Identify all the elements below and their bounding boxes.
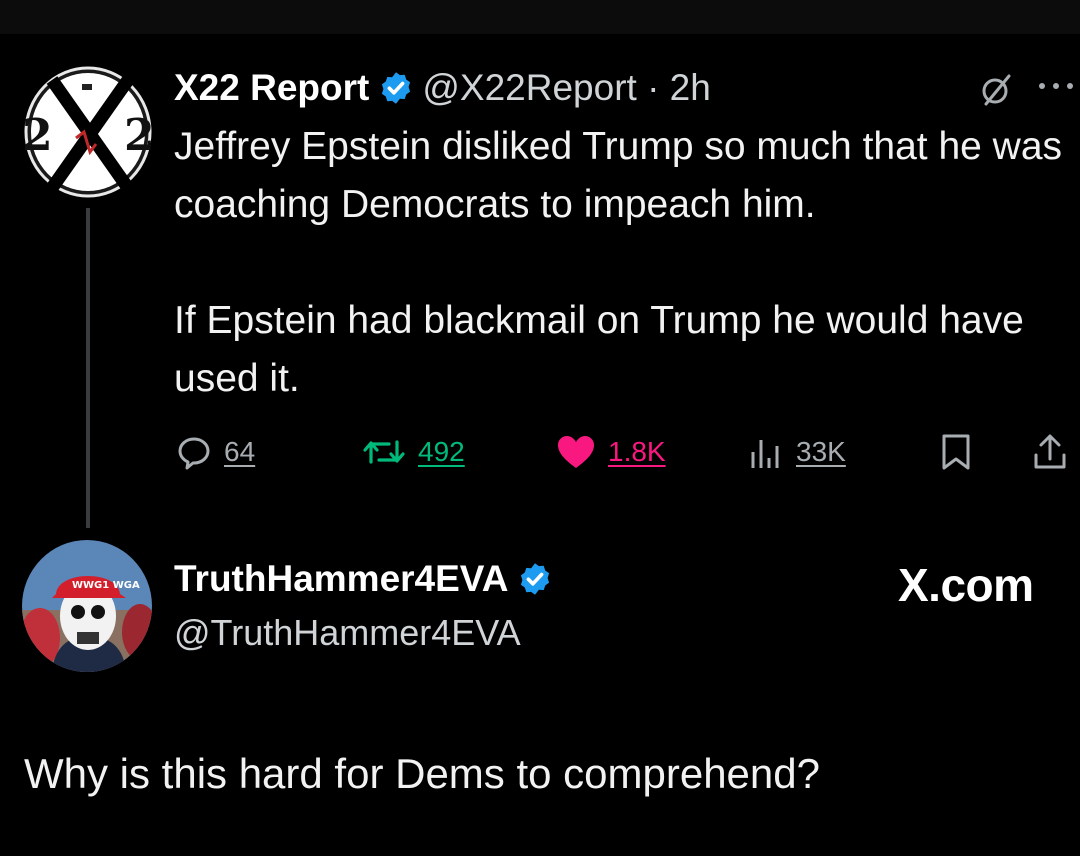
reply-icon [178, 437, 210, 470]
thread-connector-line [86, 208, 90, 528]
tweet-paragraph-2: If Epstein had blackmail on Trump he wou… [174, 299, 1024, 400]
views-button[interactable]: 33K [748, 428, 846, 476]
reply-text: Why is this hard for Dems to comprehend? [24, 750, 820, 797]
like-heart-icon [558, 436, 594, 468]
x22-report-avatar[interactable]: 2 2 [22, 66, 155, 198]
svg-text:2: 2 [124, 110, 152, 161]
share-icon [1034, 434, 1066, 469]
share-button[interactable] [1032, 428, 1068, 476]
repost-count: 492 [418, 436, 465, 467]
truthhammer-avatar[interactable]: WWG1 WGA [22, 540, 152, 672]
reply-author-handle[interactable]: @TruthHammer4EVA [174, 612, 521, 654]
views-icon [751, 440, 779, 468]
more-options-icon[interactable] [1036, 76, 1076, 96]
original-author-row: X22 Report @X22Report · 2h [174, 64, 711, 112]
grok-icon[interactable] [978, 72, 1014, 108]
bookmark-icon [942, 434, 970, 470]
repost-icon [363, 440, 405, 464]
original-author-name[interactable]: X22 Report [174, 67, 369, 109]
tweet-action-bar: 64 492 1.8K 33K [0, 428, 1080, 476]
like-button[interactable]: 1.8K [556, 428, 666, 476]
avatar-hat-text: WWG1 WGA [72, 580, 140, 591]
repost-button[interactable]: 492 [362, 428, 465, 476]
truthhammer-avatar-image: WWG1 WGA [22, 540, 152, 672]
reply-verified-badge-icon [521, 563, 550, 595]
verified-badge-icon [382, 72, 411, 104]
top-status-strip [0, 0, 1080, 34]
x-com-brand-label: X.com [898, 559, 1034, 611]
x22-avatar-logo: 2 2 [22, 66, 155, 198]
original-tweet-text: Jeffrey Epstein disliked Trump so much t… [174, 118, 1064, 408]
reply-author-name[interactable]: TruthHammer4EVA [174, 558, 508, 600]
original-author-handle-time[interactable]: @X22Report · 2h [422, 67, 710, 109]
svg-text:2: 2 [24, 110, 53, 161]
reply-count: 64 [224, 436, 256, 467]
reply-author-row: TruthHammer4EVA [174, 555, 553, 603]
views-count: 33K [796, 436, 846, 467]
tweet-paragraph-1: Jeffrey Epstein disliked Trump so much t… [174, 125, 1063, 226]
bookmark-button[interactable] [940, 428, 972, 476]
reply-button[interactable]: 64 [176, 428, 255, 476]
like-count: 1.8K [608, 436, 666, 467]
